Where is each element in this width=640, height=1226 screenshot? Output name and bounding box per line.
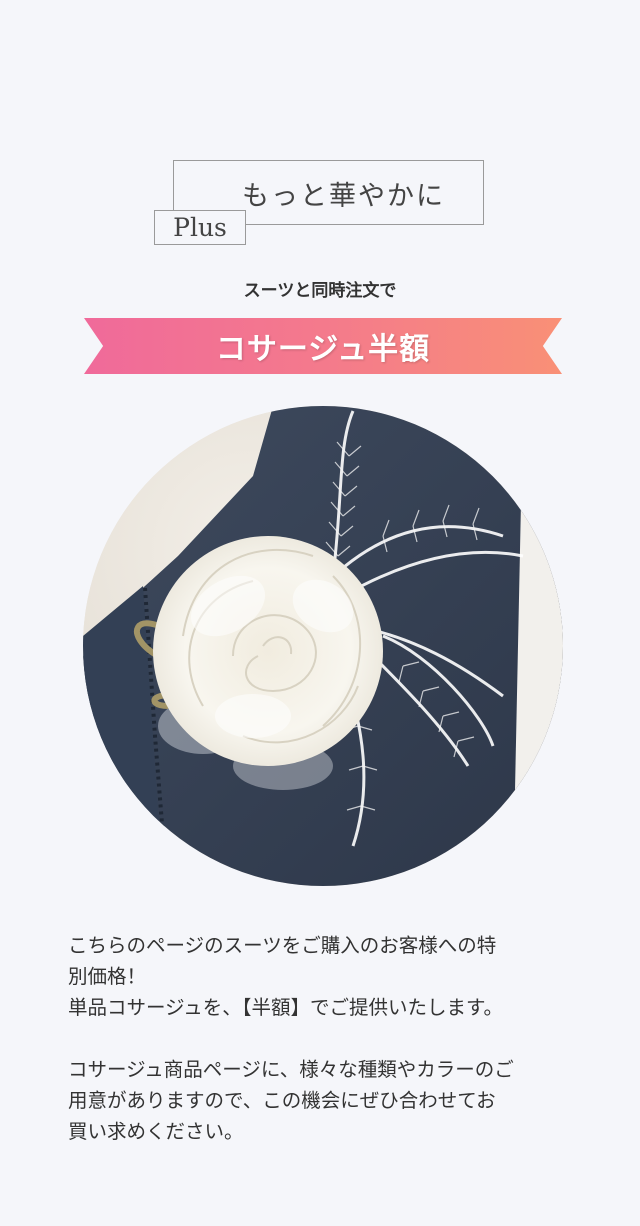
description: こちらのページのスーツをご購入のお客様への特 別価格！ 単品コサージュを、【半額… xyxy=(68,930,578,1147)
subtitle: スーツと同時注文で xyxy=(243,281,397,301)
page: もっと華やかに Plus スーツと同時注文で コサージュ半額 こちらのページのス… xyxy=(0,0,640,1226)
promo-banner-text: コサージュ半額 xyxy=(215,332,431,367)
description-line: コサージュ商品ページに、様々な種類やカラーのご xyxy=(68,1058,514,1081)
description-line: 単品コサージュを、【半額】でご提供いたします。 xyxy=(68,996,504,1019)
promo-banner: コサージュ半額 xyxy=(84,318,562,374)
description-line: こちらのページのスーツをご購入のお客様への特 xyxy=(68,934,497,957)
corsage-photo xyxy=(83,406,563,886)
description-line: 別価格！ xyxy=(68,965,147,988)
description-line: 買い求めください。 xyxy=(68,1120,244,1143)
plus-label: Plus xyxy=(154,210,246,245)
description-line: 用意がありますので、この機会にぜひ合わせてお xyxy=(68,1089,496,1112)
